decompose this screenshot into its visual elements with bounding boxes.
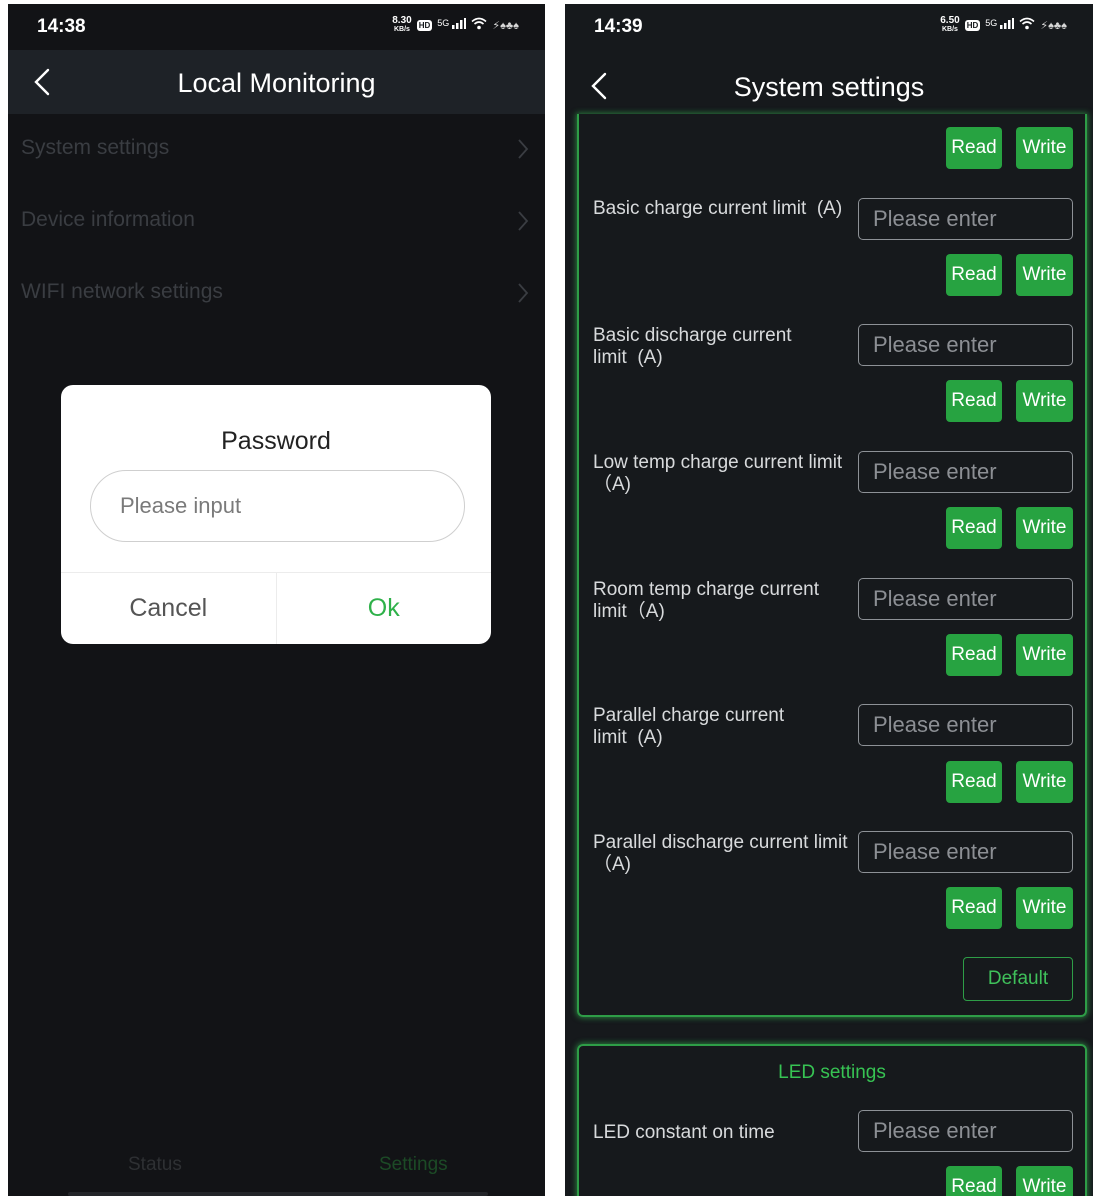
home-indicator bbox=[68, 1192, 488, 1196]
section-title: LED settings bbox=[778, 1062, 886, 1083]
field-label-basic-discharge-current-limit: Basic discharge current limit (A) bbox=[593, 325, 792, 368]
dialog-buttons: Cancel Ok bbox=[61, 572, 491, 644]
status-time: 14:38 bbox=[37, 16, 86, 37]
read-button[interactable]: Read bbox=[946, 507, 1002, 549]
read-button[interactable]: Read bbox=[946, 761, 1002, 803]
tab-status[interactable]: Status bbox=[128, 1154, 182, 1176]
low-temp-charge-current-limit-input[interactable] bbox=[858, 451, 1073, 493]
led-constant-on-time-input[interactable] bbox=[858, 1110, 1073, 1152]
field-label-room-temp-charge-current-limit: Room temp charge current limit（A) bbox=[593, 579, 819, 622]
field-label-parallel-charge-current-limit: Parallel charge current limit (A) bbox=[593, 705, 785, 748]
nav-bar: Local Monitoring bbox=[8, 50, 545, 114]
network-speed-value: 8.30 bbox=[392, 15, 412, 26]
status-icons: 6.50 KB/s HD 5G ⚡♠♣♠ bbox=[940, 16, 1067, 34]
password-input[interactable] bbox=[90, 470, 465, 542]
read-button[interactable]: Read bbox=[946, 1166, 1002, 1196]
write-button[interactable]: Write bbox=[1016, 1166, 1073, 1196]
signal-label: 5G bbox=[437, 18, 450, 28]
system-settings-screen: 14:39 6.50 KB/s HD 5G ⚡♠♣♠ System settin… bbox=[565, 4, 1093, 1196]
menu-item-label: System settings bbox=[21, 136, 170, 159]
bottom-tab-bar: Status Settings bbox=[8, 1150, 545, 1196]
status-bar: 14:39 6.50 KB/s HD 5G ⚡♠♣♠ bbox=[565, 4, 1093, 50]
hd-badge: HD bbox=[416, 19, 433, 31]
menu-item-system-settings[interactable]: System settings bbox=[8, 114, 545, 186]
password-dialog: Password Cancel Ok bbox=[61, 385, 491, 644]
write-button[interactable]: Write bbox=[1016, 761, 1073, 803]
read-button[interactable]: Read bbox=[946, 634, 1002, 676]
cellular-signal-icon: 5G bbox=[437, 18, 467, 32]
settings-menu: System settings Device information WIFI … bbox=[8, 114, 545, 330]
chevron-right-icon bbox=[517, 210, 529, 232]
basic-discharge-current-limit-input[interactable] bbox=[858, 324, 1073, 366]
menu-item-label: Device information bbox=[21, 208, 195, 231]
status-time: 14:39 bbox=[594, 16, 643, 37]
read-button[interactable]: Read bbox=[946, 887, 1002, 929]
network-speed: 6.50 KB/s bbox=[940, 16, 959, 34]
network-speed: 8.30 KB/s bbox=[392, 16, 411, 34]
read-button[interactable]: Read bbox=[946, 380, 1002, 422]
status-bar: 14:38 8.30 KB/s HD 5G ⚡♠♣♠ bbox=[8, 4, 545, 50]
page-title: Local Monitoring bbox=[177, 68, 376, 98]
signal-label: 5G bbox=[985, 18, 998, 28]
wifi-icon bbox=[471, 17, 487, 33]
chevron-right-icon bbox=[517, 138, 529, 160]
parallel-charge-current-limit-input[interactable] bbox=[858, 704, 1073, 746]
field-label-basic-charge-current-limit: Basic charge current limit (A) bbox=[593, 198, 843, 219]
field-label-parallel-discharge-current-limit: Parallel discharge current limit（A) bbox=[593, 832, 848, 875]
status-icons: 8.30 KB/s HD 5G ⚡♠♣♠ bbox=[392, 16, 519, 34]
ok-button[interactable]: Ok bbox=[277, 573, 492, 644]
led-settings-panel: LED settings LED constant on time Read W… bbox=[577, 1044, 1087, 1196]
dialog-title: Password bbox=[221, 427, 331, 455]
default-button[interactable]: Default bbox=[963, 957, 1073, 1001]
cellular-signal-icon: 5G bbox=[985, 18, 1015, 32]
network-speed-value: 6.50 bbox=[940, 15, 960, 26]
tab-settings[interactable]: Settings bbox=[379, 1154, 448, 1176]
parallel-discharge-current-limit-input[interactable] bbox=[858, 831, 1073, 873]
basic-charge-current-limit-input[interactable] bbox=[858, 198, 1073, 240]
hd-badge: HD bbox=[964, 19, 981, 31]
notification-icons: ⚡♠♣♠ bbox=[492, 19, 519, 32]
read-button[interactable]: Read bbox=[946, 127, 1002, 169]
write-button[interactable]: Write bbox=[1016, 887, 1073, 929]
local-monitoring-screen: 14:38 8.30 KB/s HD 5G ⚡♠♣♠ Local Monitor… bbox=[8, 4, 545, 1196]
write-button[interactable]: Write bbox=[1016, 254, 1073, 296]
menu-item-wifi-network-settings[interactable]: WIFI network settings bbox=[8, 258, 545, 330]
notification-icons: ⚡♠♣♠ bbox=[1040, 19, 1067, 32]
page-title: System settings bbox=[733, 72, 925, 102]
field-label-led-constant-on-time: LED constant on time bbox=[593, 1122, 775, 1143]
write-button[interactable]: Write bbox=[1016, 507, 1073, 549]
room-temp-charge-current-limit-input[interactable] bbox=[858, 578, 1073, 620]
menu-item-label: WIFI network settings bbox=[21, 280, 223, 303]
read-button[interactable]: Read bbox=[946, 254, 1002, 296]
write-button[interactable]: Write bbox=[1016, 634, 1073, 676]
wifi-icon bbox=[1019, 17, 1035, 33]
network-speed-unit: KB/s bbox=[394, 26, 410, 33]
menu-item-device-information[interactable]: Device information bbox=[8, 186, 545, 258]
write-button[interactable]: Write bbox=[1016, 380, 1073, 422]
network-speed-unit: KB/s bbox=[942, 26, 958, 33]
chevron-right-icon bbox=[517, 282, 529, 304]
write-button[interactable]: Write bbox=[1016, 127, 1073, 169]
cancel-button[interactable]: Cancel bbox=[61, 573, 277, 644]
field-label-low-temp-charge-current-limit: Low temp charge current limit（A) bbox=[593, 452, 843, 495]
system-settings-panel: Read Write Basic charge current limit (A… bbox=[577, 114, 1087, 1017]
nav-bar: System settings bbox=[565, 50, 1093, 114]
